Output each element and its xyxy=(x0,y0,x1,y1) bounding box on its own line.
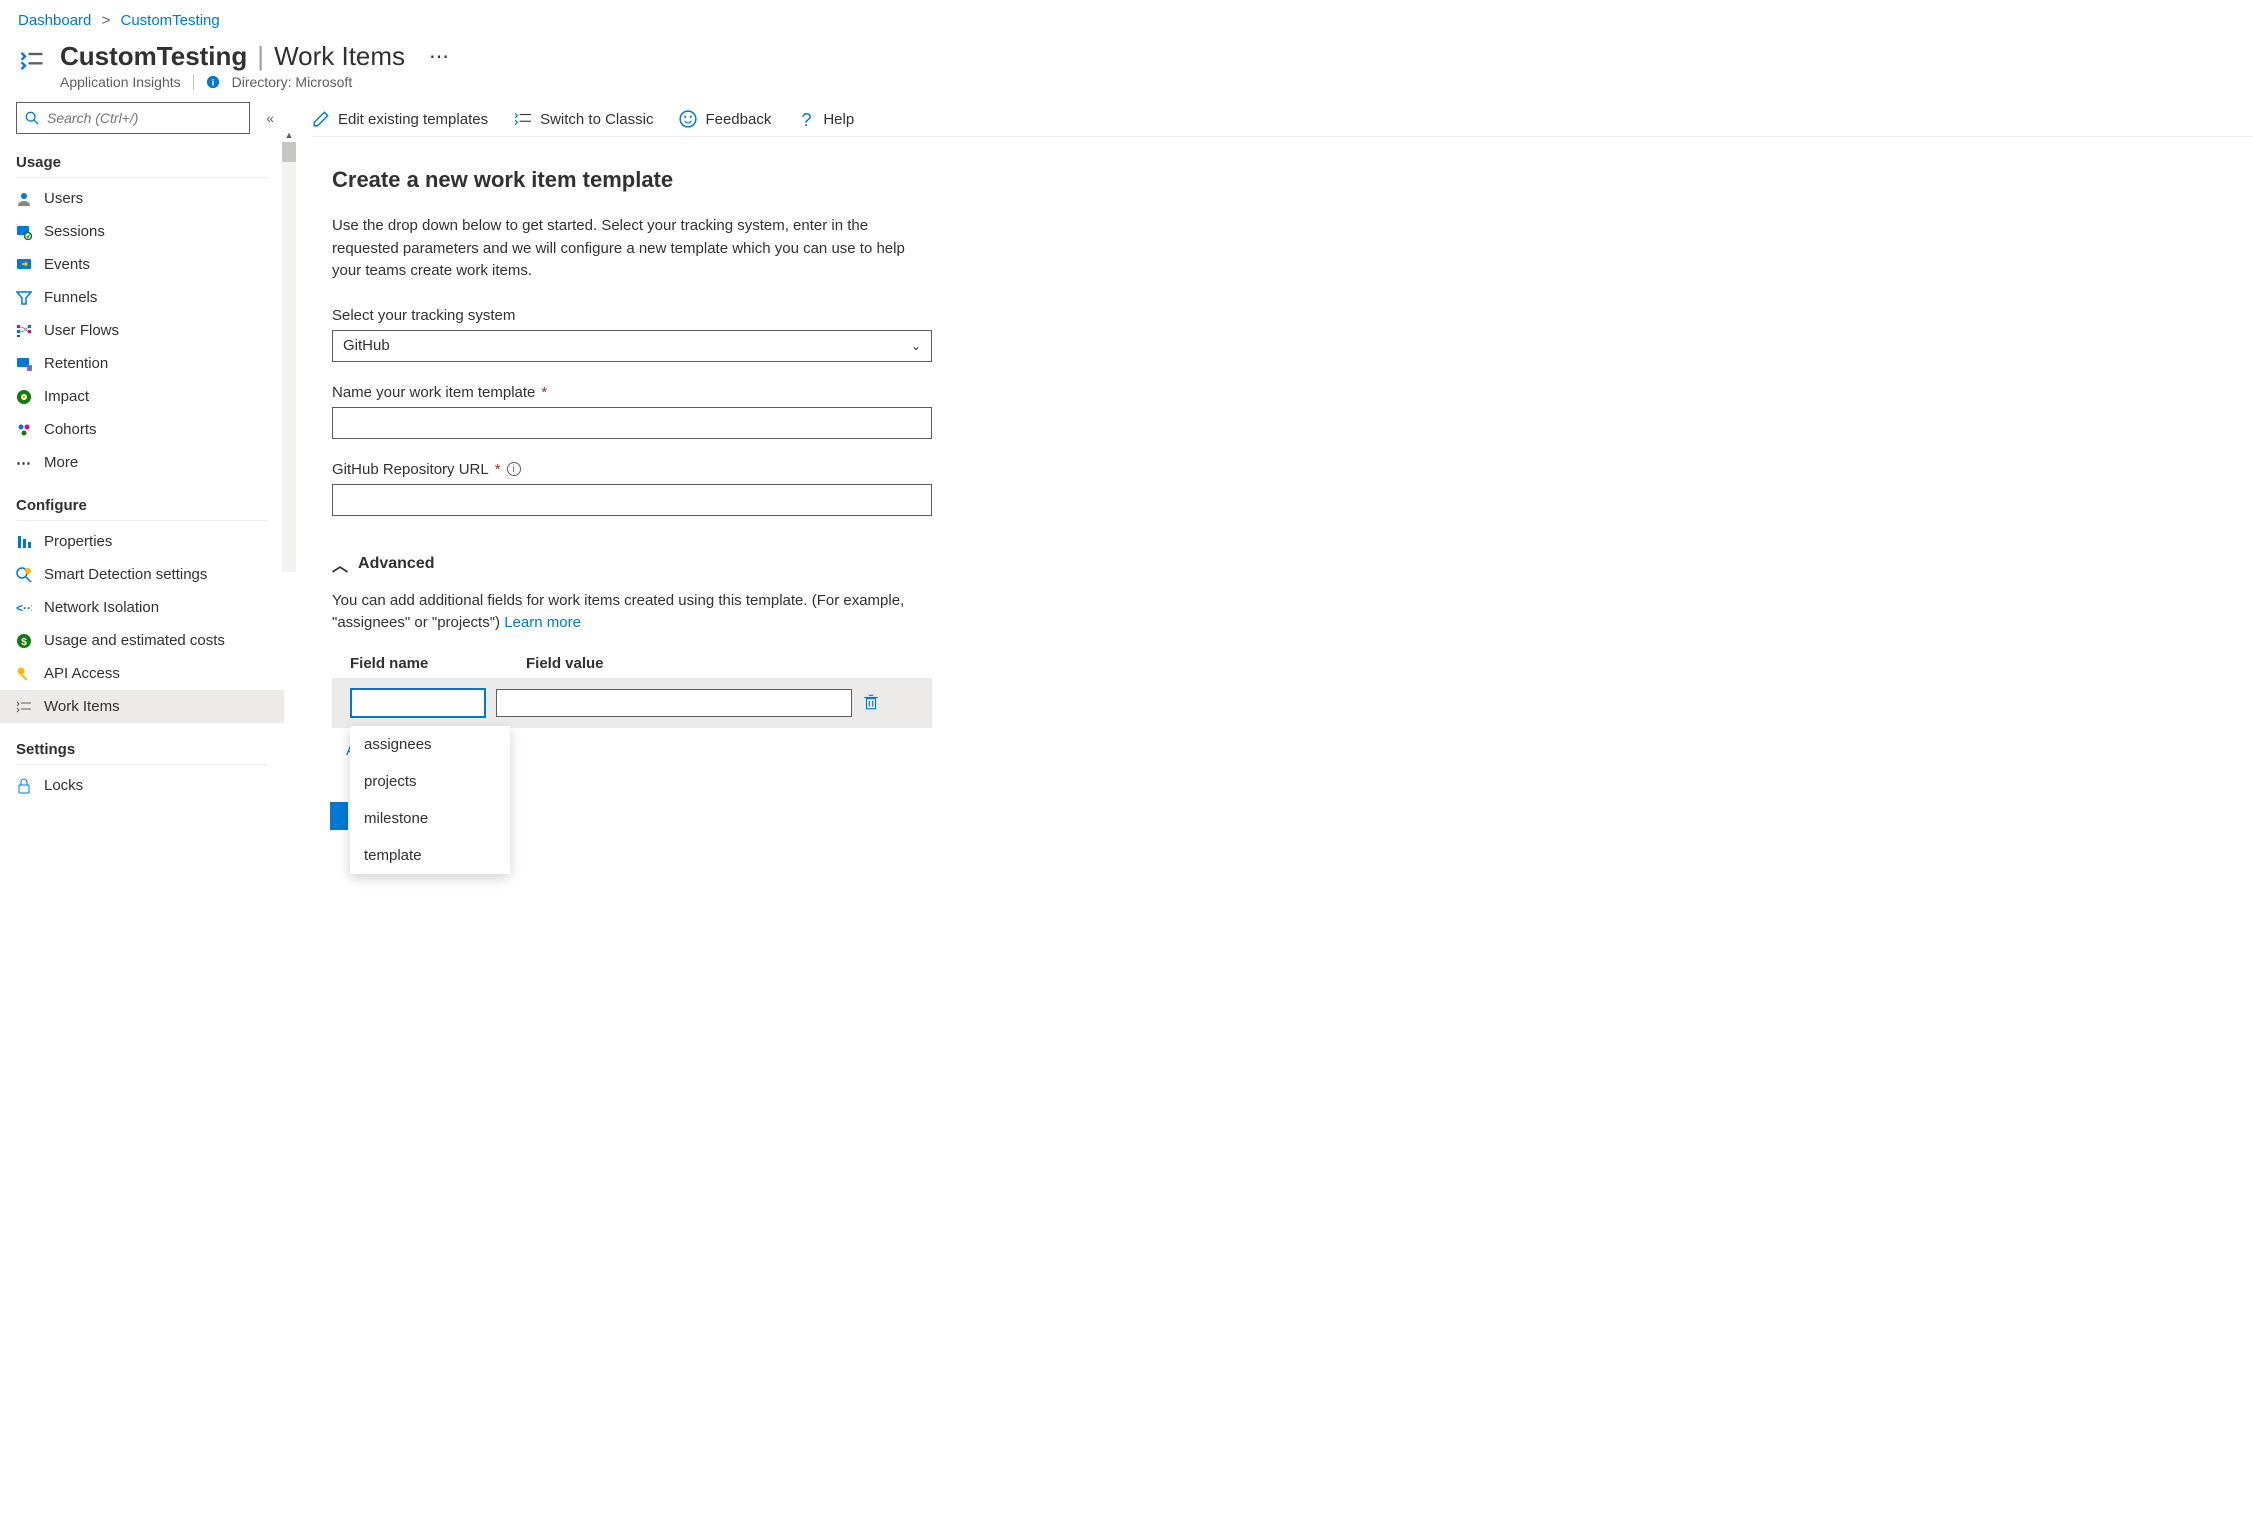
search-input[interactable] xyxy=(47,110,241,126)
sidebar: « ▲ Usage Users Sessions Events Funnels … xyxy=(0,102,284,834)
sidebar-item-cohorts[interactable]: Cohorts xyxy=(0,413,284,446)
sidebar-item-sessions[interactable]: Sessions xyxy=(0,215,284,248)
sidebar-search[interactable] xyxy=(16,102,250,134)
costs-icon: $ xyxy=(16,633,32,649)
more-actions-button[interactable]: ⋯ xyxy=(423,44,455,69)
sidebar-item-locks[interactable]: Locks xyxy=(0,769,284,802)
learn-more-link[interactable]: Learn more xyxy=(504,614,581,631)
column-header-field-name: Field name xyxy=(350,655,526,672)
sidebar-item-work-items[interactable]: Work Items xyxy=(0,690,284,723)
list-check-icon xyxy=(514,110,532,128)
nav-heading-usage: Usage xyxy=(16,148,268,178)
repo-url-input[interactable] xyxy=(332,484,932,516)
collapse-sidebar-button[interactable]: « xyxy=(266,110,274,126)
chevron-down-icon: ⌄ xyxy=(911,339,921,353)
template-name-input[interactable] xyxy=(332,407,932,439)
sidebar-item-network-isolation[interactable]: <··>Network Isolation xyxy=(0,591,284,624)
sidebar-item-funnels[interactable]: Funnels xyxy=(0,281,284,314)
api-access-icon xyxy=(16,666,32,682)
smiley-icon xyxy=(679,110,697,128)
locks-icon xyxy=(16,778,32,794)
form-description: Use the drop down below to get started. … xyxy=(332,215,932,283)
breadcrumb-current[interactable]: CustomTesting xyxy=(121,12,220,29)
nav-heading-configure: Configure xyxy=(16,491,268,521)
scroll-up-arrow[interactable]: ▲ xyxy=(282,128,296,142)
directory-label: Directory: Microsoft xyxy=(232,74,353,90)
help-icon: ? xyxy=(797,110,815,128)
sidebar-item-api-access[interactable]: API Access xyxy=(0,657,284,690)
trash-icon xyxy=(862,693,880,711)
scrollbar-track[interactable]: ▲ xyxy=(282,142,296,572)
sidebar-item-events[interactable]: Events xyxy=(0,248,284,281)
pencil-icon xyxy=(312,110,330,128)
field-name-dropdown: assignees projects milestone template xyxy=(350,726,510,874)
selection-indicator xyxy=(330,802,348,830)
svg-text:<··>: <··> xyxy=(16,601,32,615)
sidebar-item-users[interactable]: Users xyxy=(0,182,284,215)
feedback-button[interactable]: Feedback xyxy=(679,110,771,128)
info-icon: i xyxy=(206,75,220,89)
sidebar-item-usage-costs[interactable]: $Usage and estimated costs xyxy=(0,624,284,657)
network-icon: <··> xyxy=(16,600,32,616)
form-heading: Create a new work item template xyxy=(332,167,932,193)
repo-url-label: GitHub Repository URL xyxy=(332,461,489,478)
column-header-field-value: Field value xyxy=(526,655,914,672)
page-header: CustomTesting | Work Items ⋯ Application… xyxy=(0,37,2253,102)
tracking-system-select[interactable]: GitHub ⌄ xyxy=(332,330,932,362)
main-content: Edit existing templates Switch to Classi… xyxy=(284,102,2253,834)
help-button[interactable]: ? Help xyxy=(797,110,854,128)
switch-classic-button[interactable]: Switch to Classic xyxy=(514,110,653,128)
chevron-up-icon: ︿ xyxy=(332,552,348,576)
advanced-toggle[interactable]: ︿ Advanced xyxy=(332,552,932,576)
sidebar-item-smart-detection[interactable]: Smart Detection settings xyxy=(0,558,284,591)
field-row: assignees projects milestone template xyxy=(332,678,932,728)
toolbar: Edit existing templates Switch to Classi… xyxy=(312,102,2253,137)
sidebar-item-more[interactable]: ⋯More xyxy=(0,446,284,479)
cohorts-icon xyxy=(16,422,32,438)
work-items-nav-icon xyxy=(16,699,32,715)
breadcrumb-root[interactable]: Dashboard xyxy=(18,12,91,29)
sidebar-item-properties[interactable]: Properties xyxy=(0,525,284,558)
breadcrumb: Dashboard > CustomTesting xyxy=(0,0,2253,37)
users-icon xyxy=(16,191,32,207)
nav-heading-settings: Settings xyxy=(16,735,268,765)
info-tooltip-icon[interactable]: i xyxy=(507,462,521,476)
page-section: Work Items xyxy=(274,41,405,72)
sidebar-item-user-flows[interactable]: User Flows xyxy=(0,314,284,347)
dropdown-option-projects[interactable]: projects xyxy=(350,763,510,800)
dropdown-option-assignees[interactable]: assignees xyxy=(350,726,510,763)
smart-detection-icon xyxy=(16,567,32,583)
search-icon xyxy=(25,111,39,125)
advanced-description: You can add additional fields for work i… xyxy=(332,590,932,635)
sessions-icon xyxy=(16,224,32,240)
svg-text:$: $ xyxy=(21,637,27,648)
sidebar-item-impact[interactable]: Impact xyxy=(0,380,284,413)
user-flows-icon xyxy=(16,323,32,339)
breadcrumb-separator: > xyxy=(102,12,111,29)
scrollbar-thumb[interactable] xyxy=(282,142,296,162)
field-value-input[interactable] xyxy=(496,689,852,717)
retention-icon xyxy=(16,356,32,372)
svg-text:?: ? xyxy=(802,110,812,128)
edit-templates-button[interactable]: Edit existing templates xyxy=(312,110,488,128)
dropdown-option-milestone[interactable]: milestone xyxy=(350,800,510,837)
more-icon: ⋯ xyxy=(16,455,32,471)
tracking-system-label: Select your tracking system xyxy=(332,307,932,324)
resource-type-label: Application Insights xyxy=(60,74,181,90)
work-items-icon xyxy=(18,47,46,75)
delete-row-button[interactable] xyxy=(862,693,882,713)
field-name-input[interactable] xyxy=(350,688,486,718)
dropdown-option-template[interactable]: template xyxy=(350,837,510,874)
svg-text:i: i xyxy=(211,78,214,89)
funnels-icon xyxy=(16,290,32,306)
template-name-label: Name your work item template xyxy=(332,384,535,401)
events-icon xyxy=(16,257,32,273)
properties-icon xyxy=(16,534,32,550)
page-title: CustomTesting xyxy=(60,41,247,72)
sidebar-item-retention[interactable]: Retention xyxy=(0,347,284,380)
impact-icon xyxy=(16,389,32,405)
